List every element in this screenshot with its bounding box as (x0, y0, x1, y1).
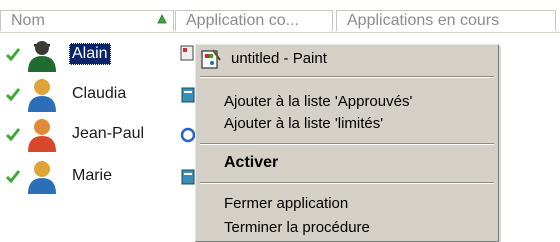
paint-icon (201, 49, 221, 69)
online-check-icon (5, 88, 21, 102)
menu-separator (200, 76, 494, 78)
paint-app-icon[interactable] (180, 44, 196, 62)
column-header-bar: Nom Application co... Applications en co… (0, 10, 560, 33)
column-header-application-label: Application co... (186, 12, 299, 29)
menu-item-add-approved[interactable]: Ajouter à la liste 'Approuvés' (224, 93, 412, 110)
user-avatar-icon (28, 41, 56, 72)
online-check-icon (5, 170, 21, 184)
user-name[interactable]: Jean-Paul (69, 123, 147, 145)
menu-item-terminate-process[interactable]: Terminer la procédure (224, 219, 370, 236)
user-name[interactable]: Claudia (69, 83, 129, 105)
context-menu: untitled - Paint Ajouter à la liste 'App… (195, 44, 499, 242)
user-row-alain[interactable]: Alain (0, 36, 180, 72)
user-row-jean-paul[interactable]: Jean-Paul (0, 116, 180, 152)
user-name[interactable]: Marie (69, 165, 115, 187)
user-row-marie[interactable]: Marie (0, 158, 180, 194)
context-menu-title-text: untitled - Paint (231, 50, 327, 67)
menu-item-add-limited[interactable]: Ajouter à la liste 'limités' (224, 115, 383, 132)
menu-item-close-application[interactable]: Fermer application (224, 195, 348, 212)
column-header-name[interactable]: Nom (0, 10, 174, 31)
application-icon[interactable] (180, 86, 196, 104)
user-name[interactable]: Alain (69, 43, 111, 65)
context-menu-title: untitled - Paint (198, 46, 494, 74)
menu-separator (200, 143, 494, 145)
application-icon[interactable] (180, 168, 196, 186)
column-header-name-label: Nom (11, 12, 45, 29)
online-check-icon (5, 48, 21, 62)
user-row-claudia[interactable]: Claudia (0, 76, 180, 112)
column-header-running-apps-label: Applications en cours (347, 12, 500, 29)
user-avatar-icon (28, 119, 56, 152)
online-check-icon (5, 128, 21, 142)
menu-separator (200, 182, 494, 184)
menu-item-activate[interactable]: Activer (224, 154, 278, 172)
column-header-application[interactable]: Application co... (175, 10, 333, 31)
sort-ascending-icon (157, 14, 167, 24)
user-avatar-icon (28, 79, 56, 112)
internet-explorer-icon[interactable] (180, 126, 196, 144)
column-header-running-apps[interactable]: Applications en cours (336, 10, 556, 31)
user-avatar-icon (28, 161, 56, 194)
